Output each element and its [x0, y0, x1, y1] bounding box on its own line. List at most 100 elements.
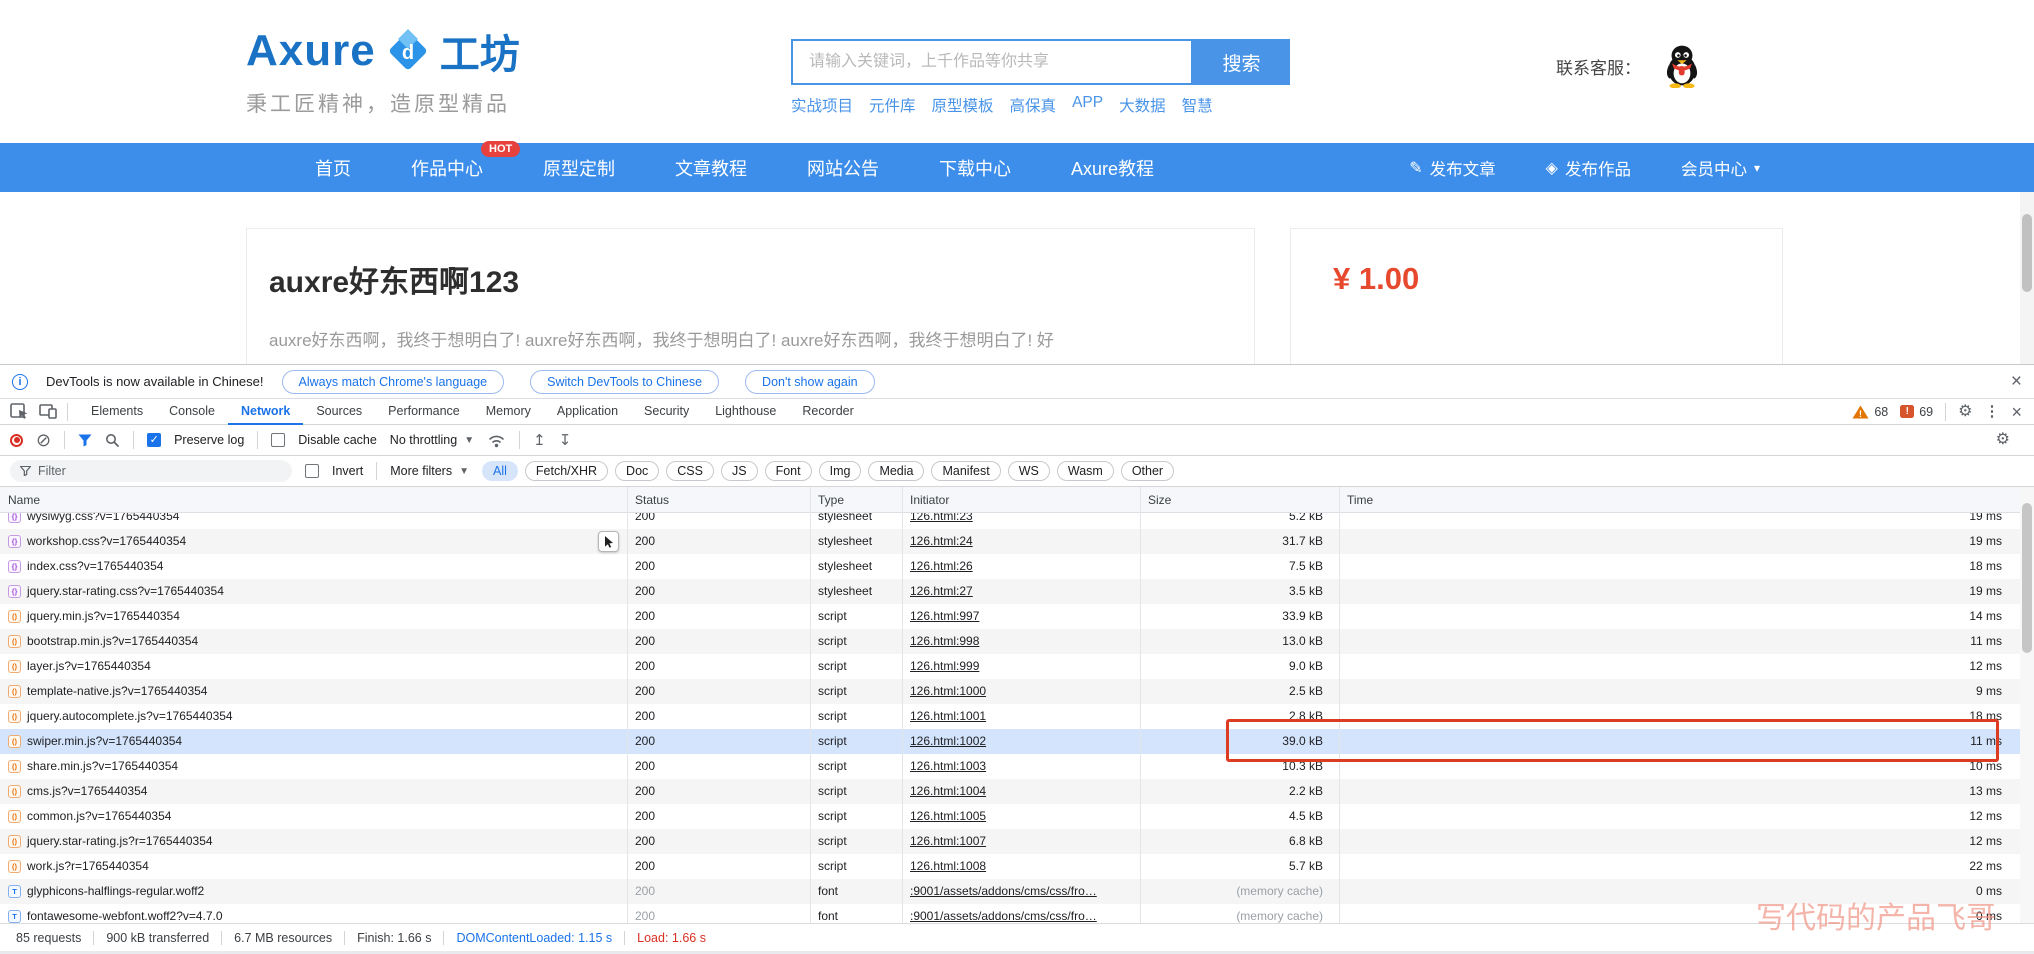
network-request-row[interactable]: jquery.min.js?v=1765440354 200 script 12…	[0, 604, 2034, 629]
request-initiator-link[interactable]: 126.html:1004	[910, 779, 1132, 804]
table-scroll-thumb[interactable]	[2022, 503, 2032, 653]
infobar-button[interactable]: Always match Chrome's language	[282, 370, 505, 394]
network-request-row[interactable]: layer.js?v=1765440354 200 script 126.htm…	[0, 654, 2034, 679]
kebab-menu-icon[interactable]: ⋮	[1984, 404, 1999, 419]
request-initiator-link[interactable]: 126.html:999	[910, 654, 1132, 679]
devtools-tab[interactable]: Console	[156, 399, 228, 425]
filter-chip[interactable]: Manifest	[931, 461, 1000, 481]
import-har-icon[interactable]: ↥	[533, 431, 546, 449]
network-request-row[interactable]: jquery.star-rating.js?r=1765440354 200 s…	[0, 829, 2034, 854]
inspect-icon[interactable]	[10, 403, 29, 420]
request-initiator-link[interactable]: 126.html:23	[910, 513, 1132, 529]
qq-penguin-icon[interactable]	[1663, 44, 1701, 88]
nav-item[interactable]: 作品中心 HOT	[411, 155, 483, 181]
site-logo[interactable]: Axure d 工坊 秉工匠精神，造原型精品	[246, 22, 520, 118]
filter-chip[interactable]: Img	[819, 461, 862, 481]
network-request-row[interactable]: common.js?v=1765440354 200 script 126.ht…	[0, 804, 2034, 829]
warnings-badge[interactable]: ! 68	[1852, 405, 1888, 419]
filter-chip[interactable]: Other	[1121, 461, 1174, 481]
column-header-type[interactable]: Type	[818, 487, 844, 513]
request-initiator-link[interactable]: 126.html:1003	[910, 754, 1132, 779]
filter-chip[interactable]: Doc	[615, 461, 659, 481]
devtools-tab[interactable]: Recorder	[789, 399, 866, 425]
network-request-row[interactable]: jquery.autocomplete.js?v=1765440354 200 …	[0, 704, 2034, 729]
devtools-tab[interactable]: Application	[544, 399, 631, 425]
filter-chip[interactable]: Media	[868, 461, 924, 481]
network-request-row[interactable]: index.css?v=1765440354 200 stylesheet 12…	[0, 554, 2034, 579]
filter-chip[interactable]: JS	[721, 461, 758, 481]
filter-chip[interactable]: Font	[765, 461, 812, 481]
request-initiator-link[interactable]: 126.html:1000	[910, 679, 1132, 704]
network-request-row[interactable]: cms.js?v=1765440354 200 script 126.html:…	[0, 779, 2034, 804]
column-separator[interactable]	[1140, 487, 1141, 923]
column-separator[interactable]	[810, 487, 811, 923]
column-header-status[interactable]: Status	[635, 487, 669, 513]
network-request-row[interactable]: jquery.star-rating.css?v=1765440354 200 …	[0, 579, 2034, 604]
column-header-initiator[interactable]: Initiator	[910, 487, 949, 513]
throttling-dropdown[interactable]: No throttling ▼	[390, 433, 474, 447]
network-settings-gear-icon[interactable]: ⚙	[1996, 432, 2010, 448]
network-request-row[interactable]: workshop.css?v=1765440354 200 stylesheet…	[0, 529, 2034, 554]
devtools-tab[interactable]: Security	[631, 399, 702, 425]
nav-action[interactable]: 发布作品	[1546, 156, 1631, 180]
nav-item[interactable]: 原型定制	[543, 155, 615, 181]
network-request-row[interactable]: fontawesome-webfont.woff2?v=4.7.0 200 fo…	[0, 904, 2034, 923]
network-request-row[interactable]: swiper.min.js?v=1765440354 200 script 12…	[0, 729, 2034, 754]
request-initiator-link[interactable]: 126.html:998	[910, 629, 1132, 654]
page-scroll-thumb[interactable]	[2022, 214, 2032, 292]
request-initiator-link[interactable]: :9001/assets/addons/cms/css/fro…	[910, 879, 1132, 904]
hot-link[interactable]: 高保真	[1010, 94, 1057, 116]
search-icon[interactable]	[105, 433, 120, 448]
nav-item[interactable]: 文章教程	[675, 155, 747, 181]
devtools-tab[interactable]: Elements	[78, 399, 156, 425]
devtools-tab[interactable]: Lighthouse	[702, 399, 789, 425]
filter-chip[interactable]: Wasm	[1057, 461, 1114, 481]
search-button[interactable]: 搜索	[1193, 39, 1290, 85]
column-header-size[interactable]: Size	[1148, 487, 1171, 513]
infobar-close-icon[interactable]: ×	[2011, 372, 2022, 391]
hot-link[interactable]: 实战项目	[791, 94, 853, 116]
nav-item[interactable]: 网站公告	[807, 155, 879, 181]
gear-icon[interactable]: ⚙	[1958, 404, 1972, 420]
column-header-name[interactable]: Name	[8, 487, 40, 513]
network-conditions-icon[interactable]	[487, 433, 506, 448]
infobar-button[interactable]: Switch DevTools to Chinese	[530, 370, 719, 394]
request-initiator-link[interactable]: 126.html:1001	[910, 704, 1132, 729]
clear-icon[interactable]: ⊘	[36, 430, 51, 451]
hot-link[interactable]: 大数据	[1119, 94, 1166, 116]
filter-chip[interactable]: All	[482, 461, 518, 481]
more-filters-dropdown[interactable]: More filters ▼	[390, 464, 469, 478]
issues-badge[interactable]: ! 69	[1900, 405, 1933, 419]
preserve-log-checkbox[interactable]	[147, 433, 161, 447]
devtools-tab[interactable]: Performance	[375, 399, 473, 425]
request-initiator-link[interactable]: :9001/assets/addons/cms/css/fro…	[910, 904, 1132, 923]
nav-item[interactable]: Axure教程	[1071, 155, 1154, 181]
filter-chip[interactable]: CSS	[666, 461, 714, 481]
request-initiator-link[interactable]: 126.html:1007	[910, 829, 1132, 854]
table-scrollbar[interactable]	[2020, 487, 2034, 923]
invert-checkbox[interactable]	[305, 464, 319, 478]
hot-link[interactable]: APP	[1072, 94, 1103, 116]
filter-chip[interactable]: Fetch/XHR	[525, 461, 608, 481]
network-request-row[interactable]: template-native.js?v=1765440354 200 scri…	[0, 679, 2034, 704]
column-separator[interactable]	[627, 487, 628, 923]
request-initiator-link[interactable]: 126.html:24	[910, 529, 1132, 554]
devtools-tab[interactable]: Memory	[473, 399, 544, 425]
filter-chip[interactable]: WS	[1008, 461, 1050, 481]
request-initiator-link[interactable]: 126.html:1008	[910, 854, 1132, 879]
request-initiator-link[interactable]: 126.html:997	[910, 604, 1132, 629]
request-initiator-link[interactable]: 126.html:26	[910, 554, 1132, 579]
filter-icon[interactable]	[78, 434, 92, 447]
nav-action[interactable]: 会员中心 ▾	[1681, 156, 1760, 180]
page-scrollbar[interactable]	[2020, 192, 2034, 364]
record-icon[interactable]	[10, 434, 23, 447]
hot-link[interactable]: 原型模板	[932, 94, 994, 116]
request-initiator-link[interactable]: 126.html:27	[910, 579, 1132, 604]
nav-action[interactable]: 发布文章	[1409, 156, 1495, 180]
device-toolbar-icon[interactable]	[39, 404, 57, 419]
export-har-icon[interactable]: ↧	[559, 431, 572, 449]
disable-cache-checkbox[interactable]	[271, 433, 285, 447]
network-request-row[interactable]: wysiwyg.css?v=1765440354 200 stylesheet …	[0, 513, 2034, 529]
network-request-row[interactable]: glyphicons-halflings-regular.woff2 200 f…	[0, 879, 2034, 904]
nav-item[interactable]: 首页	[315, 155, 351, 181]
